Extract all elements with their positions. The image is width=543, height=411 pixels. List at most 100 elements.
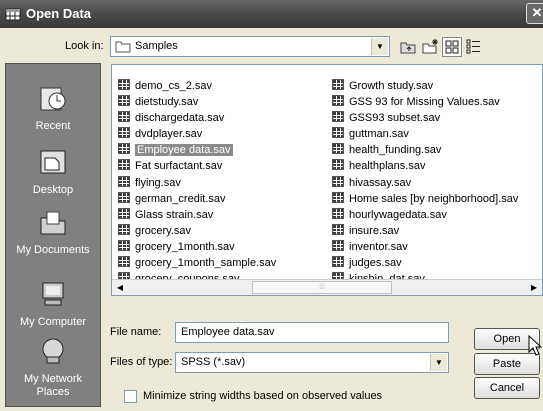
file-item[interactable]: grocery_1month.sav (118, 239, 276, 256)
file-item[interactable]: dietstudy.sav (118, 95, 276, 111)
sav-file-icon (118, 127, 130, 139)
file-list[interactable]: demo_cs_2.sav dietstudy.sav dischargedata.… (111, 64, 543, 296)
minimize-widths-checkbox[interactable] (124, 390, 137, 403)
file-column-right: Growth study.sav GSS 93 for Missing Value… (332, 79, 518, 288)
sav-file-icon (118, 223, 130, 235)
file-name: GSS93 subset.sav (349, 112, 441, 125)
sav-file-icon (332, 256, 344, 268)
file-item[interactable]: demo_cs_2.sav (118, 79, 276, 95)
file-item[interactable]: german_credit.sav (118, 191, 276, 208)
list-view-button[interactable] (442, 37, 462, 57)
file-name: dvdplayer.sav (135, 128, 203, 141)
sav-file-icon (118, 79, 130, 90)
look-in-label: Look in: (65, 40, 104, 52)
places-label: Desktop (32, 184, 74, 196)
sav-file-icon (332, 191, 344, 203)
horizontal-scrollbar[interactable]: ◀ ⁞⁞⁞ ▶ (112, 279, 542, 295)
chevron-down-icon[interactable]: ▼ (371, 38, 388, 55)
up-folder-icon (400, 42, 416, 54)
new-folder-icon (422, 39, 438, 54)
file-item[interactable]: grocery_1month_sample.sav (118, 256, 276, 272)
file-name-value: Employee data.sav (181, 326, 275, 338)
file-column-left: demo_cs_2.sav dietstudy.sav dischargedata.… (118, 79, 276, 288)
network-icon (42, 338, 64, 364)
places-item-desktop[interactable]: Desktop (6, 146, 100, 197)
file-type-label: Files of type: (110, 356, 173, 368)
window-title: Open Data (26, 6, 92, 21)
file-name: Glass strain.sav (135, 208, 214, 221)
file-name: health_funding.sav (349, 144, 442, 157)
sav-file-icon (332, 207, 344, 219)
sav-file-icon (332, 175, 344, 187)
file-item[interactable]: judges.sav (332, 256, 518, 272)
sav-file-icon (332, 223, 344, 235)
file-type-dropdown[interactable]: SPSS (*.sav) ▼ (175, 352, 449, 373)
file-item[interactable]: healthplans.sav (332, 159, 518, 175)
desktop-icon (40, 150, 66, 174)
file-type-value: SPSS (*.sav) (181, 356, 246, 368)
file-item[interactable]: grocery.sav (118, 223, 276, 240)
recent-icon (40, 87, 66, 111)
scroll-thumb[interactable]: ⁞⁞⁞ (252, 281, 392, 294)
file-item[interactable]: Home sales [by neighborhood].sav (332, 191, 518, 208)
close-button[interactable]: ✕ (526, 3, 543, 24)
file-name: grocery.sav (135, 224, 192, 237)
file-name: guttman.sav (349, 128, 409, 141)
sav-file-icon (118, 159, 130, 171)
file-item[interactable]: health_funding.sav (332, 143, 518, 159)
chevron-down-icon[interactable]: ▼ (430, 354, 447, 371)
up-folder-button[interactable] (398, 37, 418, 57)
file-item[interactable]: hourlywagedata.sav (332, 207, 518, 224)
file-item[interactable]: guttman.sav (332, 127, 518, 143)
cancel-button[interactable]: Cancel (474, 377, 540, 399)
places-bar: Recent Desktop My Documents My Computer … (5, 63, 101, 407)
file-name: dietstudy.sav (135, 96, 199, 109)
file-item[interactable]: Glass strain.sav (118, 207, 276, 224)
new-folder-button[interactable] (420, 37, 440, 57)
places-item-recent[interactable]: Recent (6, 82, 100, 133)
file-item[interactable]: Fat surfactant.sav (118, 159, 276, 175)
file-name: insure.sav (349, 224, 400, 237)
file-name: GSS 93 for Missing Values.sav (349, 96, 500, 109)
file-item[interactable]: flying.sav (118, 175, 276, 192)
paste-button-label: Paste (492, 358, 522, 370)
places-label: My Documents (16, 244, 90, 256)
places-item-my-computer[interactable]: My Computer (6, 278, 100, 329)
file-item[interactable]: dischargedata.sav (118, 111, 276, 127)
places-label: Recent (35, 120, 71, 132)
mouse-cursor-icon (528, 335, 542, 356)
file-name: grocery_1month_sample.sav (135, 257, 277, 270)
file-name: Employee data.sav (135, 144, 233, 157)
minimize-widths-label: Minimize string widths based on observed… (143, 390, 383, 402)
file-item[interactable]: hivassay.sav (332, 175, 518, 192)
file-item[interactable]: GSS 93 for Missing Values.sav (332, 95, 518, 111)
sav-file-icon (118, 239, 130, 251)
scroll-right-icon[interactable]: ▶ (526, 280, 542, 295)
file-name-input[interactable]: Employee data.sav (175, 322, 449, 343)
places-item-network[interactable]: My Network Places (6, 335, 100, 399)
look-in-dropdown[interactable]: Samples ▼ (110, 36, 390, 57)
title-bar: Open Data ✕ (0, 0, 543, 28)
file-name: Growth study.sav (349, 80, 434, 92)
scroll-left-icon[interactable]: ◀ (112, 280, 128, 295)
folder-icon (115, 41, 131, 53)
file-name: hivassay.sav (349, 176, 412, 189)
file-item[interactable]: dvdplayer.sav (118, 127, 276, 143)
my-documents-icon (40, 211, 66, 235)
details-view-icon (466, 39, 480, 54)
file-item[interactable]: GSS93 subset.sav (332, 111, 518, 127)
file-item[interactable]: inventor.sav (332, 239, 518, 256)
close-icon: ✕ (531, 5, 543, 20)
file-name: demo_cs_2.sav (135, 80, 213, 92)
sav-file-icon (118, 207, 130, 219)
file-item[interactable]: insure.sav (332, 223, 518, 240)
details-view-button[interactable] (464, 37, 484, 57)
places-item-my-documents[interactable]: My Documents (6, 206, 100, 257)
file-item[interactable]: Employee data.sav (118, 143, 276, 159)
sav-file-icon (332, 143, 344, 155)
cancel-button-label: Cancel (489, 382, 525, 394)
file-item[interactable]: Growth study.sav (332, 79, 518, 95)
places-label: My Network Places (23, 373, 83, 398)
sav-file-icon (332, 79, 344, 90)
places-label: My Computer (19, 316, 87, 328)
